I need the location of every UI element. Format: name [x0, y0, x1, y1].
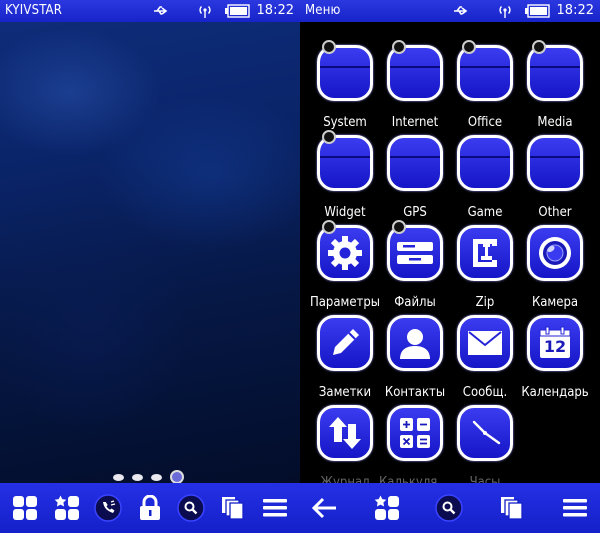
arrows-icon	[329, 417, 361, 449]
dock-bar	[0, 483, 300, 533]
calculator-icon	[400, 418, 430, 448]
folder-badge	[532, 40, 546, 54]
tile-label: Контакты	[384, 385, 446, 400]
app-contacts[interactable]	[387, 315, 443, 371]
task-switcher-icon[interactable]	[498, 494, 526, 522]
tile-label: Файлы	[394, 295, 436, 310]
carrier-name: KYIVSTAR	[5, 3, 63, 18]
tile-label: Media	[537, 115, 573, 130]
folder-badge	[392, 40, 406, 54]
signal-icon	[199, 6, 211, 18]
favorites-icon[interactable]	[373, 494, 401, 522]
app-calendar[interactable]: 12	[527, 315, 583, 371]
dock-bar	[300, 483, 600, 533]
tile-label: Заметки	[318, 385, 372, 400]
folder-badge	[462, 40, 476, 54]
pencil-icon	[333, 329, 359, 355]
app-camera[interactable]	[527, 225, 583, 281]
page-dot[interactable]	[132, 474, 143, 481]
apps-grid-icon[interactable]	[11, 494, 39, 522]
clock-icon	[472, 420, 501, 445]
phone-icon[interactable]	[94, 494, 122, 522]
page-dot[interactable]	[151, 474, 162, 481]
calendar-day: 12	[543, 337, 567, 356]
camera-lens-icon	[539, 237, 571, 269]
app-zip[interactable]	[457, 225, 513, 281]
app-notes[interactable]	[317, 315, 373, 371]
tile-label: Календарь	[521, 385, 589, 400]
home-screen: KYIVSTAR 18:22	[0, 0, 300, 533]
menu-screen: Меню 18:22 System Internet Office Media …	[300, 0, 600, 533]
favorites-icon[interactable]	[53, 494, 81, 522]
clock-time: 18:22	[556, 3, 594, 18]
tile-label: Widget	[324, 205, 366, 220]
back-arrow-icon[interactable]	[311, 494, 339, 522]
search-icon[interactable]	[435, 494, 463, 522]
clock-time: 18:22	[256, 3, 294, 18]
tile-label: Office	[467, 115, 503, 130]
tile-label: Zip	[475, 295, 495, 310]
battery-icon	[525, 4, 550, 18]
app-messages[interactable]	[457, 315, 513, 371]
app-badge	[322, 220, 336, 234]
tile-label: Internet	[391, 115, 439, 130]
signal-icon	[499, 6, 511, 18]
folder-badge	[322, 40, 336, 54]
menu-icon[interactable]	[561, 494, 589, 522]
file-manager-icon	[397, 242, 433, 264]
battery-icon	[225, 4, 250, 18]
page-dot-active[interactable]	[170, 470, 184, 484]
page-dot[interactable]	[113, 474, 124, 481]
status-bar: KYIVSTAR 18:22	[0, 0, 300, 22]
usb-icon	[454, 6, 468, 15]
folder-icon	[530, 138, 580, 158]
tile-label: Камера	[531, 295, 579, 310]
usb-icon	[154, 6, 168, 15]
folder-gps[interactable]	[387, 135, 443, 191]
wallpaper	[0, 22, 300, 483]
search-icon[interactable]	[177, 494, 205, 522]
tile-label: Other	[538, 205, 572, 220]
tile-label: Параметры	[309, 295, 381, 310]
clamp-icon	[473, 239, 497, 267]
screen-title: Меню	[305, 3, 341, 18]
menu-icon[interactable]	[261, 494, 289, 522]
envelope-icon	[468, 331, 502, 355]
app-calculator[interactable]	[387, 405, 443, 461]
lock-icon[interactable]	[136, 494, 164, 522]
status-bar: Меню 18:22	[300, 0, 600, 22]
app-log[interactable]	[317, 405, 373, 461]
folder-other[interactable]	[527, 135, 583, 191]
folder-icon	[390, 138, 440, 158]
tile-label: Сообщ.	[462, 385, 508, 400]
tile-label: Game	[467, 205, 503, 220]
folder-badge	[322, 130, 336, 144]
gear-icon	[328, 236, 362, 270]
app-badge	[392, 220, 406, 234]
task-switcher-icon[interactable]	[219, 494, 247, 522]
contact-icon	[400, 329, 430, 359]
tile-label: GPS	[403, 205, 427, 220]
app-clock[interactable]	[457, 405, 513, 461]
folder-game[interactable]	[457, 135, 513, 191]
folder-icon	[460, 138, 510, 158]
tile-label: System	[323, 115, 367, 130]
